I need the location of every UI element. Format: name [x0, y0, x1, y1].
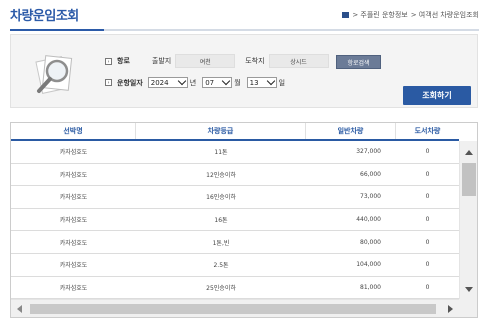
- regular-fare-cell: 73,000: [360, 193, 381, 201]
- table-row[interactable]: 카자섬호도 12인승이하 66,000 0: [11, 164, 459, 187]
- regular-fare-cell: 327,000: [356, 148, 381, 156]
- table-row[interactable]: 카자섬호도 11톤 327,000 0: [11, 141, 459, 164]
- column-header-ship[interactable]: 선박명: [11, 123, 136, 139]
- home-icon[interactable]: [342, 12, 350, 18]
- year-select[interactable]: 2024: [147, 76, 188, 88]
- table-body: 카자섬호도 11톤 327,000 0 카자섬호도 12인승이하 66,000 …: [11, 141, 459, 300]
- ship-cell: 카자섬호도: [59, 262, 88, 270]
- year-suffix: 년: [189, 78, 197, 87]
- ship-cell: 카자섬호도: [59, 171, 88, 179]
- table-row[interactable]: 카자섬호도 25인승이하 81,000 0: [11, 277, 459, 300]
- island-fare-cell: 0: [425, 170, 430, 178]
- grade-cell: 2.5톤: [213, 262, 229, 270]
- day-suffix: 일: [278, 78, 286, 87]
- chevron-down-icon: [221, 76, 231, 86]
- grade-cell: 25인승이하: [206, 284, 236, 292]
- table-row[interactable]: 카자섬호도 16인승이하 73,000 0: [11, 186, 459, 209]
- island-fare-cell: 0: [425, 216, 430, 224]
- fare-table: 선박명 차량등급 일반차량 도서차량 카자섬호도 11톤 327,000 0 카…: [10, 122, 478, 318]
- arrow-right-icon[interactable]: [448, 305, 453, 313]
- month-value: 07: [205, 78, 215, 87]
- island-fare-cell: 0: [425, 238, 430, 246]
- departure-field[interactable]: 여천: [175, 54, 236, 68]
- chevron-down-icon: [266, 76, 275, 86]
- page-title: 차량운임조회: [10, 9, 79, 24]
- title-divider-accent: [10, 29, 104, 31]
- grade-cell: 16톤: [214, 217, 228, 225]
- regular-fare-cell: 80,000: [360, 238, 381, 246]
- island-fare-cell: 0: [425, 261, 430, 269]
- vertical-scroll-thumb[interactable]: [462, 163, 476, 196]
- column-header-grade[interactable]: 차량등급: [136, 123, 306, 139]
- chevron-down-icon: [177, 76, 187, 86]
- grade-cell: 12인승이하: [206, 171, 236, 179]
- ship-cell: 카자섬호도: [59, 239, 88, 247]
- search-panel: › 항로 출발지 여천 도착지 상시드 항로검색 › 운항일자 2024 년 0…: [10, 34, 478, 108]
- route-row: › 항로 출발지 여천 도착지 상시드: [105, 54, 329, 68]
- horizontal-scroll-thumb[interactable]: [30, 304, 436, 314]
- regular-fare-cell: 66,000: [360, 170, 381, 178]
- table-row[interactable]: 카자섬호도 2.5톤 104,000 0: [11, 254, 459, 277]
- bullet-icon: ›: [105, 79, 112, 86]
- day-select[interactable]: 13: [246, 76, 277, 88]
- ship-cell: 카자섬호도: [59, 284, 88, 292]
- route-search-button[interactable]: 항로검색: [336, 55, 381, 69]
- arrival-field[interactable]: 상시드: [268, 54, 329, 68]
- search-button[interactable]: 조회하기: [403, 86, 471, 105]
- ship-cell: 카자섬호도: [59, 194, 88, 202]
- month-suffix: 월: [234, 78, 241, 87]
- column-header-regular-fare[interactable]: 일반차량: [306, 123, 396, 139]
- arrow-up-icon[interactable]: [465, 150, 473, 155]
- regular-fare-cell: 104,000: [356, 261, 381, 269]
- day-value: 13: [249, 78, 259, 87]
- magnifier-icon: [35, 55, 73, 94]
- column-header-island-fare[interactable]: 도서차량: [396, 123, 459, 139]
- date-label: 운항일자: [117, 78, 143, 87]
- scrollbar-corner: [459, 299, 477, 317]
- table-header: 선박명 차량등급 일반차량 도서차량: [11, 123, 459, 141]
- ship-cell: 카자섬호도: [59, 149, 88, 157]
- table-row[interactable]: 카자섬호도 1톤,빈 80,000 0: [11, 231, 459, 254]
- date-row: › 운항일자 2024 년 07 월 13 일: [105, 76, 286, 88]
- vertical-scrollbar[interactable]: [459, 141, 477, 299]
- year-value: 2024: [150, 78, 169, 87]
- regular-fare-cell: 81,000: [360, 283, 381, 291]
- route-label: 항로: [117, 57, 130, 65]
- regular-fare-cell: 440,000: [356, 216, 381, 224]
- breadcrumb-item[interactable]: > 주플린 운항정보: [352, 10, 407, 20]
- grade-cell: 16인승이하: [206, 194, 236, 202]
- island-fare-cell: 0: [425, 193, 430, 201]
- grade-cell: 11톤: [214, 149, 228, 157]
- arrow-left-icon[interactable]: [17, 305, 22, 313]
- departure-label: 출발지: [151, 57, 172, 65]
- arrow-down-icon[interactable]: [465, 287, 473, 292]
- breadcrumb: > 주플린 운항정보 > 여객선 차량운임조회: [342, 10, 479, 20]
- ship-cell: 카자섬호도: [59, 217, 88, 225]
- island-fare-cell: 0: [425, 148, 430, 156]
- month-select[interactable]: 07: [202, 76, 233, 88]
- breadcrumb-item: > 여객선 차량운임조회: [410, 11, 479, 19]
- horizontal-scrollbar[interactable]: [11, 299, 459, 317]
- grade-cell: 1톤,빈: [212, 239, 230, 247]
- arrival-label: 도착지: [245, 57, 265, 65]
- table-row[interactable]: 카자섬호도 16톤 440,000 0: [11, 209, 459, 232]
- island-fare-cell: 0: [425, 283, 430, 291]
- bullet-icon: ›: [105, 57, 112, 65]
